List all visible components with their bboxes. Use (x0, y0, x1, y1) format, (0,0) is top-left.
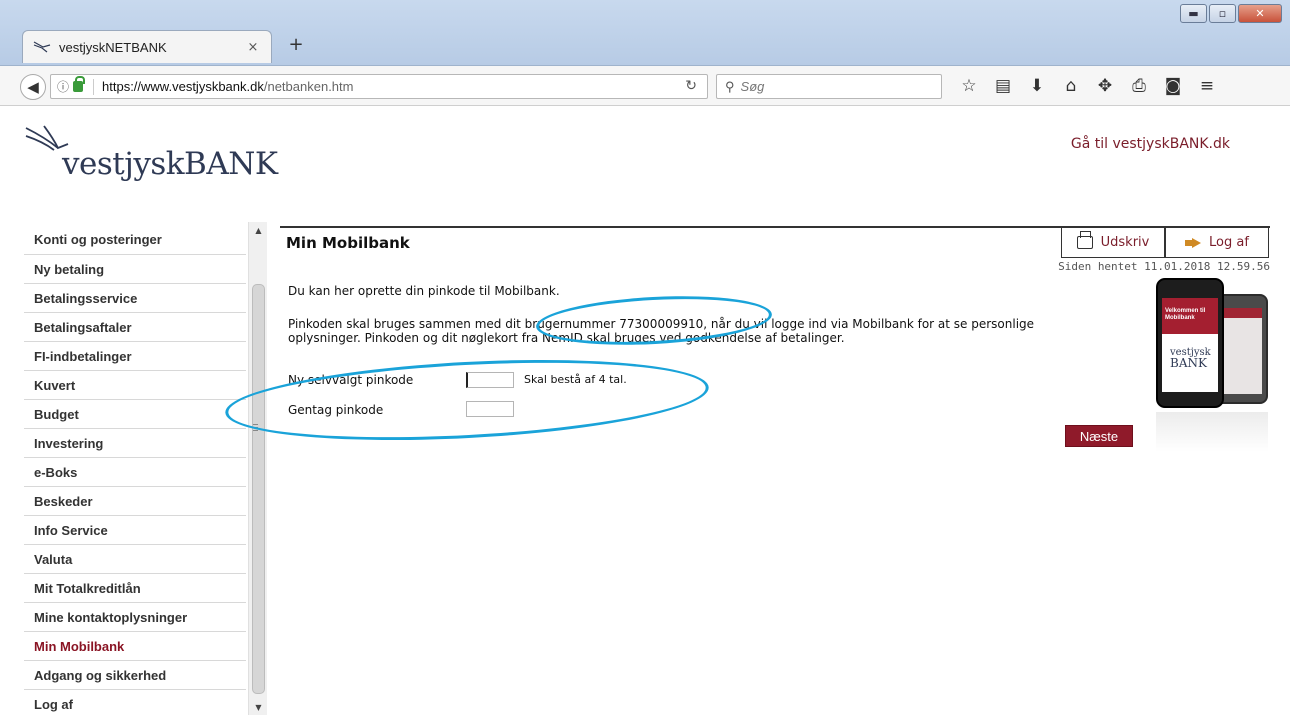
sidebar-item-ny-betaling[interactable]: Ny betaling (24, 254, 246, 283)
scrollbar-grip-icon (253, 424, 258, 431)
sidebar-item-e-boks[interactable]: e-Boks (24, 457, 246, 486)
scrollbar-thumb[interactable] (252, 284, 265, 694)
page-fetched-timestamp: Siden hentet 11.01.2018 12.59.56 (1058, 260, 1270, 273)
browser-titlebar: vestjyskNETBANK × + ▬ ▫ ✕ (0, 0, 1290, 66)
phone-logo-bank: BANK (1170, 356, 1207, 370)
browser-navbar: ◀ ⓘ https://www.vestjyskbank.dk/netbanke… (0, 66, 1290, 106)
sidebar-item-info-service[interactable]: Info Service (24, 515, 246, 544)
sidebar-item-beskeder[interactable]: Beskeder (24, 486, 246, 515)
sidebar-item-konti-og-posteringer[interactable]: Konti og posteringer (24, 225, 246, 254)
close-window-icon[interactable]: ✕ (1238, 4, 1282, 23)
sidebar-item-adgang-og-sikkerhed[interactable]: Adgang og sikkerhed (24, 660, 246, 689)
logo-wordmark: vestjyskBANK (62, 146, 278, 182)
sidebar-item-log-af[interactable]: Log af (24, 689, 246, 715)
logoff-label: Log af (1209, 235, 1249, 250)
bird-favicon-icon (33, 41, 51, 53)
sidebar-item-budget[interactable]: Budget (24, 399, 246, 428)
close-tab-icon[interactable]: × (245, 40, 261, 55)
sidebar-item-valuta[interactable]: Valuta (24, 544, 246, 573)
sidebar-item-fi-indbetalinger[interactable]: FI-indbetalinger (24, 341, 246, 370)
phone-front-image: Velkommen til Mobilbank vestjysk BANK (1156, 278, 1224, 408)
bookmark-star-icon[interactable]: ☆ (952, 72, 986, 100)
intro-text: Du kan her oprette din pinkode til Mobil… (288, 284, 560, 298)
new-tab-button[interactable]: + (286, 34, 306, 55)
print-label: Udskriv (1100, 235, 1150, 250)
tab-title: vestjyskNETBANK (59, 39, 167, 55)
sidebar-item-betalingsservice[interactable]: Betalingsservice (24, 283, 246, 312)
scroll-up-arrow-icon[interactable]: ▲ (249, 224, 268, 238)
new-pin-input[interactable] (466, 372, 514, 388)
sidebar-scrollbar[interactable]: ▲ ▼ (248, 222, 267, 715)
minimize-icon[interactable]: ▬ (1180, 4, 1207, 23)
info-text-line-2: oplysninger. Pinkoden og dit nøglekort f… (288, 331, 845, 345)
search-icon: ⚲ (725, 78, 735, 94)
logoff-button[interactable]: Log af (1165, 228, 1269, 258)
exit-arrow-icon (1185, 237, 1203, 248)
print-button[interactable]: Udskriv (1061, 228, 1165, 258)
lock-icon (73, 76, 86, 92)
main-content: Min Mobilbank Udskriv Log af Siden hente… (280, 226, 1270, 706)
sidebar-item-min-mobilbank[interactable]: Min Mobilbank (24, 631, 246, 660)
repeat-pin-label: Gentag pinkode (288, 403, 384, 417)
info-icon[interactable]: ⓘ (57, 78, 69, 95)
new-pin-label: Ny selvvalgt pinkode (288, 373, 414, 387)
url-separator (93, 78, 95, 95)
extension-icon[interactable]: ✥ (1088, 72, 1122, 100)
page-title: Min Mobilbank (286, 234, 410, 252)
vestjyskbank-logo[interactable]: vestjyskBANK (24, 124, 314, 184)
url-bar[interactable]: ⓘ https://www.vestjyskbank.dk/netbanken.… (50, 74, 708, 99)
printer-icon (1076, 231, 1093, 249)
next-button[interactable]: Næste (1065, 425, 1133, 447)
browser-toolbar: ☆ ▤ ⬇ ⌂ ✥ ⎙ ◙ ≡ (952, 72, 1224, 100)
sidebar-item-mine-kontaktoplysninger[interactable]: Mine kontaktoplysninger (24, 602, 246, 631)
sidebar-item-mit-totalkreditla-n[interactable]: Mit Totalkreditlån (24, 573, 246, 602)
phone-reflection (1156, 412, 1268, 452)
reload-icon[interactable]: ↻ (685, 78, 697, 94)
info-text: Pinkoden skal bruges sammen med dit brug… (288, 317, 1148, 345)
pocket-icon[interactable]: ◙ (1156, 72, 1190, 100)
scroll-down-arrow-icon[interactable]: ▼ (249, 701, 268, 715)
phone-logo: vestjysk BANK (1170, 348, 1211, 370)
phone-front-screen: Velkommen til Mobilbank vestjysk BANK (1162, 298, 1218, 392)
download-icon[interactable]: ⬇ (1020, 72, 1054, 100)
search-placeholder: Søg (740, 79, 765, 94)
pin-hint: Skal bestå af 4 tal. (524, 373, 627, 386)
mobilbank-phones-image: Velkommen til Mobilbank vestjysk BANK (1146, 274, 1272, 454)
url-domain: https://www.vestjyskbank.dk (102, 79, 264, 94)
url-text[interactable]: https://www.vestjyskbank.dk/netbanken.ht… (102, 79, 353, 94)
browser-tab[interactable]: vestjyskNETBANK × (22, 30, 272, 63)
search-input[interactable]: ⚲ Søg (716, 74, 942, 99)
window-controls: ▬ ▫ ✕ (1180, 4, 1282, 23)
reading-list-icon[interactable]: ▤ (986, 72, 1020, 100)
maximize-icon[interactable]: ▫ (1209, 4, 1236, 23)
goto-vestjyskbank-link[interactable]: Gå til vestjyskBANK.dk (1071, 136, 1230, 152)
phone-front-header: Velkommen til Mobilbank (1162, 298, 1218, 334)
info-text-line-1: Pinkoden skal bruges sammen med dit brug… (288, 317, 1035, 331)
sidebar-item-kuvert[interactable]: Kuvert (24, 370, 246, 399)
sidebar-item-investering[interactable]: Investering (24, 428, 246, 457)
url-path: /netbanken.htm (263, 79, 354, 94)
sidebar-menu: Konti og posteringer Ny betaling Betalings… (24, 225, 246, 715)
logo-text-bank: BANK (184, 146, 278, 182)
print-icon[interactable]: ⎙ (1122, 72, 1156, 100)
repeat-pin-input[interactable] (466, 401, 514, 417)
back-arrow-icon[interactable]: ◀ (20, 74, 46, 100)
logo-text-vestjysk: vestjysk (62, 146, 185, 182)
menu-icon[interactable]: ≡ (1190, 72, 1224, 100)
home-icon[interactable]: ⌂ (1054, 72, 1088, 100)
sidebar-item-betalingsaftaler[interactable]: Betalingsaftaler (24, 312, 246, 341)
phone-welcome-text: Velkommen til Mobilbank (1165, 308, 1206, 321)
